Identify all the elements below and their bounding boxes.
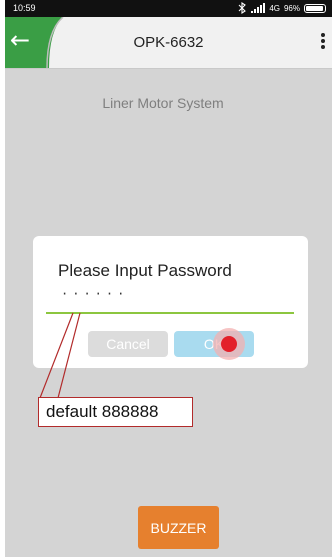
callout-text: default 888888 (46, 402, 159, 421)
status-time: 10:59 (13, 3, 36, 13)
tap-indicator-icon (213, 328, 245, 360)
default-password-callout: default 888888 (38, 397, 193, 427)
dialog-title: Please Input Password (58, 261, 232, 280)
cancel-button[interactable]: Cancel (88, 331, 168, 357)
password-value: ······ (61, 287, 129, 301)
app-bar: ← OPK-6632 (5, 17, 332, 69)
more-vert-icon[interactable] (316, 31, 330, 55)
app-title: OPK-6632 (133, 34, 204, 51)
password-input[interactable]: ······ (46, 284, 294, 314)
battery-icon (304, 3, 326, 13)
signal-icon (251, 3, 266, 13)
system-subtitle: Liner Motor System (102, 95, 224, 111)
status-bar: 10:59 4G 96% (5, 0, 332, 17)
buzzer-button[interactable]: BUZZER (138, 506, 219, 549)
status-icons: 4G 96% (237, 2, 326, 14)
battery-percent: 96% (283, 3, 300, 13)
bluetooth-icon (238, 2, 247, 14)
network-label: 4G (269, 3, 280, 13)
password-dialog: Please Input Password ······ Cancel OK (33, 236, 308, 368)
